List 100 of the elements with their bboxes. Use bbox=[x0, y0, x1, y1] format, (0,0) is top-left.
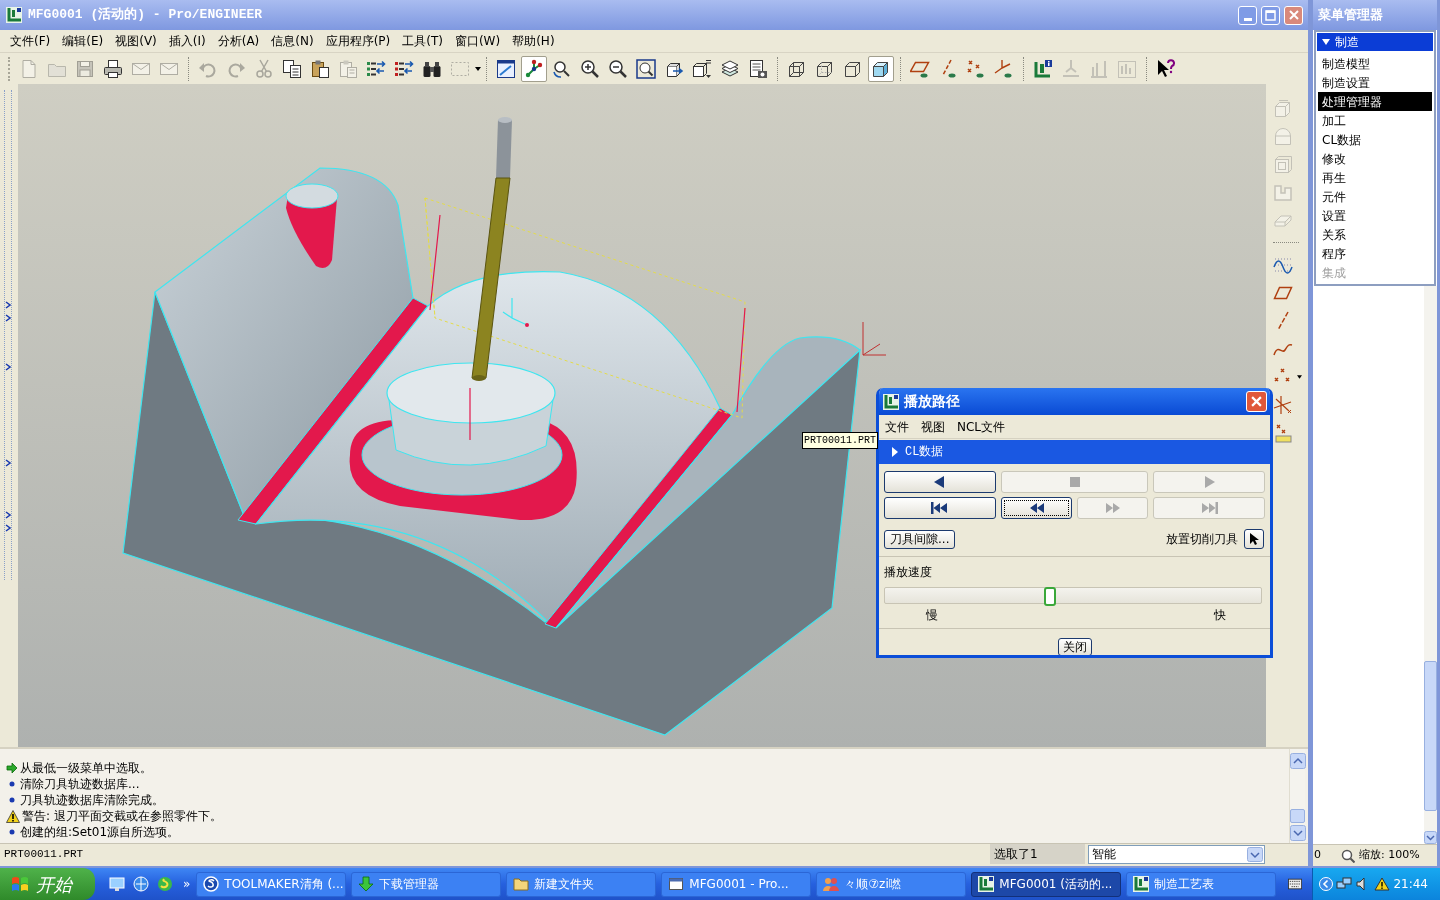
vertical-scrollbar[interactable] bbox=[1424, 286, 1437, 844]
axes-icon[interactable] bbox=[1273, 395, 1293, 415]
scroll-down-icon[interactable] bbox=[1290, 825, 1306, 841]
clipboard-icon[interactable] bbox=[310, 58, 330, 79]
taskbar-button[interactable]: 下载管理器 bbox=[351, 871, 502, 897]
menu-item[interactable]: NCL文件 bbox=[957, 417, 1006, 436]
info-icon[interactable] bbox=[1033, 58, 1053, 79]
menu-item[interactable]: 帮助(H) bbox=[512, 32, 555, 50]
taskbar-button[interactable]: 制造工艺表 bbox=[1126, 871, 1277, 897]
menu-item[interactable]: 设置 bbox=[1318, 206, 1432, 225]
printer-icon[interactable] bbox=[103, 58, 123, 79]
window-app-icon bbox=[668, 876, 685, 892]
list-arrows-icon[interactable] bbox=[394, 58, 414, 79]
copy-icon[interactable] bbox=[282, 58, 302, 79]
close-dialog-button[interactable]: 关闭 bbox=[1057, 638, 1092, 655]
keyboard-icon[interactable] bbox=[1288, 878, 1303, 890]
menu-item[interactable]: 程序 bbox=[1318, 244, 1432, 263]
menu-header[interactable]: 制造 bbox=[1317, 33, 1433, 51]
slider-thumb[interactable] bbox=[1044, 587, 1057, 606]
magnifier-icon bbox=[1341, 848, 1355, 863]
menu-item[interactable]: 修改 bbox=[1318, 149, 1432, 168]
maximize-button[interactable] bbox=[1261, 5, 1280, 25]
message-text: 从最低一级菜单中选取。 bbox=[20, 760, 152, 777]
scroll-down-icon[interactable] bbox=[1424, 831, 1437, 844]
scrollbar-thumb[interactable] bbox=[1424, 661, 1437, 811]
menu-item[interactable]: 编辑(E) bbox=[62, 32, 104, 50]
menu-item[interactable]: 再生 bbox=[1318, 168, 1432, 187]
taskbar-button[interactable]: TOOLMAKER清角 (... bbox=[196, 871, 347, 897]
window-title: 菜单管理器 bbox=[1318, 6, 1383, 25]
layers-icon[interactable] bbox=[720, 58, 740, 79]
menu-item[interactable]: 信息(N) bbox=[271, 32, 314, 50]
speed-slider[interactable] bbox=[884, 587, 1262, 604]
minimize-button[interactable] bbox=[1238, 5, 1257, 25]
vertical-scrollbar[interactable] bbox=[1289, 749, 1305, 843]
flag-icon bbox=[10, 874, 30, 894]
list-arrows-icon[interactable] bbox=[366, 58, 386, 79]
zoom-out-icon[interactable] bbox=[608, 58, 628, 79]
skip-to-start-button[interactable] bbox=[884, 497, 996, 519]
filter-dropdown[interactable]: 智能 bbox=[1088, 844, 1265, 864]
menu-item[interactable]: 分析(A) bbox=[217, 32, 260, 50]
more-button[interactable]: » bbox=[183, 875, 191, 893]
place-tool-label: 放置切削刀具 bbox=[1166, 531, 1238, 548]
menu-item[interactable]: 视图 bbox=[921, 417, 945, 436]
warning-icon[interactable] bbox=[1374, 877, 1391, 891]
network-icon[interactable] bbox=[1336, 876, 1353, 892]
reverse-play-button[interactable] bbox=[884, 471, 996, 493]
menu-item[interactable]: CL数据 bbox=[1318, 130, 1432, 149]
menu-item[interactable]: 文件(F) bbox=[10, 32, 51, 50]
download-arrow-icon bbox=[358, 876, 375, 892]
scrollbar-thumb[interactable] bbox=[1290, 809, 1305, 823]
axes-eye-icon[interactable] bbox=[994, 58, 1014, 79]
menu-item[interactable]: 处理管理器 bbox=[1318, 92, 1432, 111]
start-button[interactable]: 开始 bbox=[0, 868, 95, 900]
menu-item[interactable]: 文件 bbox=[885, 417, 909, 436]
scroll-up-icon[interactable] bbox=[1290, 753, 1306, 769]
taskbar-button[interactable]: 新建文件夹 bbox=[506, 871, 657, 897]
monitor-icon[interactable] bbox=[109, 876, 125, 892]
caret-icon[interactable] bbox=[475, 66, 481, 71]
menu-item[interactable]: 元件 bbox=[1318, 187, 1432, 206]
close-icon bbox=[1251, 396, 1262, 407]
chevron-icon[interactable] bbox=[5, 363, 11, 371]
tool-clearance-button[interactable]: 刀具间隙... bbox=[884, 529, 956, 549]
taskbar-button[interactable]: 々顺⑦zi嘫 bbox=[816, 871, 967, 897]
close-button[interactable] bbox=[1246, 391, 1267, 412]
window-icon[interactable] bbox=[496, 58, 516, 79]
magnifier-arrow-icon[interactable] bbox=[552, 58, 572, 79]
folder-icon bbox=[513, 876, 530, 892]
slow-label: 慢 bbox=[926, 607, 938, 624]
camera-page-icon[interactable] bbox=[748, 58, 768, 79]
app-icon bbox=[6, 7, 22, 23]
close-button[interactable] bbox=[1284, 5, 1303, 25]
menu-item[interactable]: 应用程序(P) bbox=[325, 32, 391, 50]
app-icon bbox=[978, 876, 995, 892]
section-header[interactable]: CL数据 bbox=[879, 440, 1270, 464]
zoom-fit-icon[interactable] bbox=[636, 58, 656, 79]
step-back-button[interactable] bbox=[1001, 497, 1072, 519]
swirl-icon[interactable] bbox=[157, 876, 173, 892]
menu-item[interactable]: 加工 bbox=[1318, 111, 1432, 130]
menu-item[interactable]: 制造设置 bbox=[1318, 73, 1432, 92]
selection-count: 选取了1 bbox=[990, 844, 1085, 864]
sketch-curve-icon[interactable] bbox=[1273, 255, 1293, 275]
chevron-icon[interactable] bbox=[5, 459, 11, 467]
zoom-in-icon[interactable] bbox=[580, 58, 600, 79]
menu-item[interactable]: 工具(T) bbox=[402, 32, 443, 50]
speed-label: 播放速度 bbox=[884, 564, 932, 581]
globe-icon[interactable] bbox=[133, 876, 149, 892]
points-bar-icon[interactable] bbox=[1273, 423, 1293, 443]
context-help-icon[interactable] bbox=[1156, 58, 1176, 79]
message-text: 刀具轨迹数据库清除完成。 bbox=[20, 792, 164, 809]
taskbar-button[interactable]: MFG0001 - Pro... bbox=[661, 871, 812, 897]
menu-item[interactable]: 关系 bbox=[1318, 225, 1432, 244]
points-eye-icon[interactable] bbox=[966, 58, 986, 79]
taskbar-button[interactable]: MFG0001 (活动的... bbox=[971, 871, 1122, 897]
place-tool-button[interactable] bbox=[1244, 529, 1264, 549]
menu-item[interactable]: 插入(I) bbox=[168, 32, 206, 50]
menu-item[interactable]: 窗口(W) bbox=[454, 32, 501, 50]
menu-item[interactable]: 制造模型 bbox=[1318, 54, 1432, 73]
cube-list-icon[interactable] bbox=[692, 58, 712, 79]
caret-icon[interactable] bbox=[1297, 375, 1302, 379]
menu-item[interactable]: 视图(V) bbox=[115, 32, 157, 50]
